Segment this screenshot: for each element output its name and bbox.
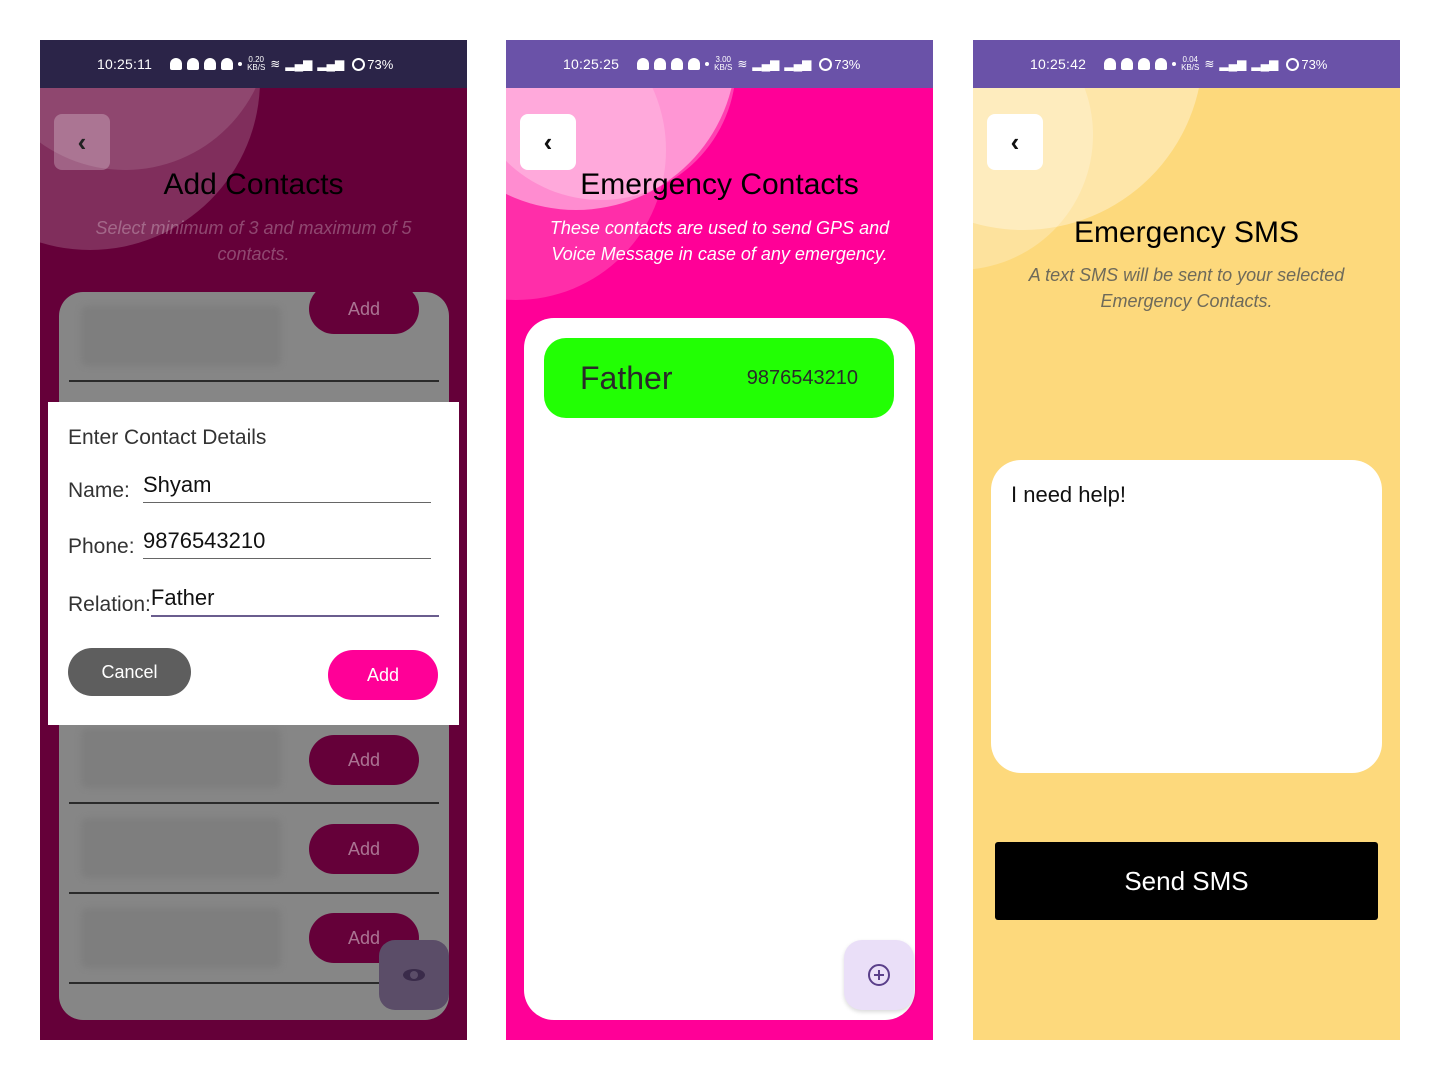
snapchat-icon <box>1155 58 1168 70</box>
battery-level: 73% <box>1301 56 1328 72</box>
battery-level: 73% <box>834 56 861 72</box>
snapchat-icon <box>1104 58 1117 70</box>
signal-icon: ▂▄▆ <box>285 57 313 71</box>
name-label: Name: <box>68 479 130 502</box>
chevron-left-icon: ‹ <box>1010 126 1020 157</box>
name-input[interactable] <box>143 472 431 503</box>
battery-icon <box>819 57 833 71</box>
add-contact-button[interactable]: Add <box>309 292 419 334</box>
contact-phone: 9876543210 <box>746 366 858 389</box>
signal-icon: ▂▄▆ <box>784 57 812 71</box>
battery-level: 73% <box>367 56 394 72</box>
list-item: Add <box>69 714 439 804</box>
phone-input[interactable] <box>143 528 431 559</box>
status-bar: 10:25:11 0.20 KB/S ≋ ▂▄▆ ▂▄▆ 73% <box>40 40 467 88</box>
page-subtitle: These contacts are used to send GPS and … <box>549 218 890 264</box>
contact-name-blurred <box>81 818 281 878</box>
snapchat-icon <box>170 58 183 70</box>
wifi-icon: ≋ <box>270 57 281 71</box>
page-title: Emergency Contacts <box>580 168 859 201</box>
add-contact-button[interactable]: Add <box>309 735 419 785</box>
wifi-icon: ≋ <box>737 57 748 71</box>
snapchat-icon <box>688 58 701 70</box>
eye-icon <box>403 969 425 981</box>
cancel-button[interactable]: Cancel <box>68 648 191 696</box>
status-time: 10:25:25 <box>563 56 620 72</box>
screen-emergency-sms: 10:25:42 0.04 KB/S ≋ ▂▄▆ ▂▄▆ 73% ‹ Emerge… <box>973 40 1400 1040</box>
contact-card[interactable]: Father 9876543210 <box>544 338 894 418</box>
wifi-icon: ≋ <box>1204 57 1215 71</box>
contacts-list: Father 9876543210 <box>524 318 915 1020</box>
back-button[interactable]: ‹ <box>520 114 576 170</box>
snapchat-icon <box>654 58 667 70</box>
signal-icon: ▂▄▆ <box>752 57 780 71</box>
status-bar: 10:25:42 0.04 KB/S ≋ ▂▄▆ ▂▄▆ 73% <box>973 40 1400 88</box>
notification-icons: 0.20 KB/S ≋ ▂▄▆ ▂▄▆ <box>170 56 344 72</box>
page-title: Add Contacts <box>163 168 344 201</box>
phone-field: Phone: <box>68 528 431 559</box>
notification-icons: 0.04 KB/S ≋ ▂▄▆ ▂▄▆ <box>1104 56 1278 72</box>
battery: 73% <box>819 57 860 72</box>
screen-emergency-contacts: 10:25:25 3.00 KB/S ≋ ▂▄▆ ▂▄▆ 73% ‹ Emerge… <box>506 40 933 1040</box>
page-title: Emergency SMS <box>1073 216 1300 249</box>
add-button[interactable]: Add <box>328 650 438 700</box>
contact-details-dialog: Enter Contact Details Name: Phone: Relat… <box>48 402 459 725</box>
name-field: Name: <box>68 472 431 503</box>
list-item: Add <box>69 804 439 894</box>
snapchat-icon <box>1138 58 1151 70</box>
sms-message-input[interactable]: I need help! <box>991 460 1382 773</box>
snapchat-icon <box>204 58 217 70</box>
battery: 73% <box>352 57 393 72</box>
snapchat-icon <box>671 58 684 70</box>
status-bar: 10:25:25 3.00 KB/S ≋ ▂▄▆ ▂▄▆ 73% <box>506 40 933 88</box>
dialog-title: Enter Contact Details <box>68 426 267 449</box>
back-button[interactable]: ‹ <box>54 114 110 170</box>
contact-name: Father <box>580 359 673 396</box>
battery: 73% <box>1286 57 1327 72</box>
snapchat-icon <box>187 58 200 70</box>
list-item: Add <box>69 292 439 382</box>
send-sms-button[interactable]: Send SMS <box>995 842 1378 920</box>
more-dot-icon <box>1172 62 1177 66</box>
battery-icon <box>1286 57 1300 71</box>
network-speed: 3.00 KB/S <box>714 55 733 72</box>
network-speed: 0.04 KB/S <box>1181 55 1200 72</box>
battery-icon <box>352 57 366 71</box>
screen-add-contacts: 10:25:11 0.20 KB/S ≋ ▂▄▆ ▂▄▆ 73% ‹ Add Co… <box>40 40 467 1040</box>
status-time: 10:25:11 <box>97 56 153 72</box>
more-dot-icon <box>705 62 710 66</box>
add-contact-button[interactable]: Add <box>309 824 419 874</box>
status-time: 10:25:42 <box>1030 56 1087 72</box>
contact-name-blurred <box>81 908 281 968</box>
chevron-left-icon: ‹ <box>543 126 553 157</box>
page-subtitle: A text SMS will be sent to your selected… <box>1028 265 1345 311</box>
notification-icons: 3.00 KB/S ≋ ▂▄▆ ▂▄▆ <box>637 56 811 72</box>
relation-input[interactable] <box>150 585 439 617</box>
snapchat-icon <box>637 58 650 70</box>
relation-field: Relation: <box>68 585 439 617</box>
contact-name-blurred <box>81 728 281 788</box>
contact-name-blurred <box>81 306 281 366</box>
back-button[interactable]: ‹ <box>987 114 1043 170</box>
add-contact-fab[interactable] <box>844 940 914 1010</box>
page-subtitle: Select minimum of 3 and maximum of 5 con… <box>95 218 412 264</box>
view-contacts-button[interactable] <box>379 940 449 1010</box>
signal-icon: ▂▄▆ <box>1251 57 1279 71</box>
more-dot-icon <box>238 62 243 66</box>
chevron-left-icon: ‹ <box>77 126 87 157</box>
network-speed: 0.20 KB/S <box>247 55 266 72</box>
phone-label: Phone: <box>68 535 135 558</box>
add-circle-icon <box>868 964 890 986</box>
snapchat-icon <box>221 58 234 70</box>
signal-icon: ▂▄▆ <box>317 57 345 71</box>
relation-label: Relation: <box>68 593 151 616</box>
signal-icon: ▂▄▆ <box>1219 57 1247 71</box>
snapchat-icon <box>1121 58 1134 70</box>
